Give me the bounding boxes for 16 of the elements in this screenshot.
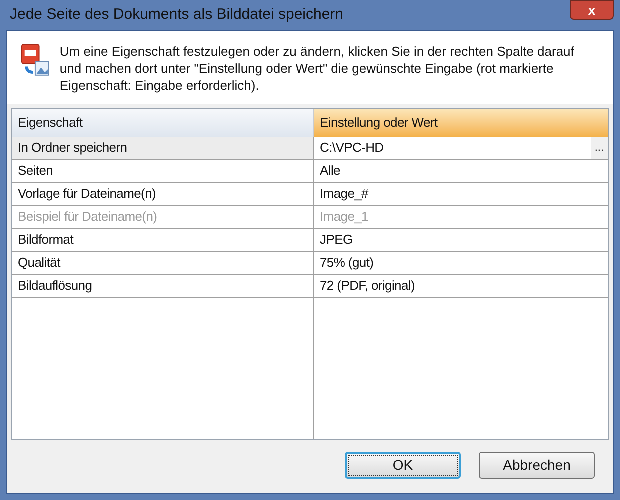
instruction-text: Um eine Eigenschaft festzulegen oder zu ändern, klicken Sie in der rechten Spalte darauf und machen dort unter "Einstellung oder Wert" die gewünschte Eingabe (rot markierte Eigenschaft: Eingabe erforderlich). (60, 43, 576, 94)
value-cell[interactable]: C:\VPC-HD (314, 138, 591, 158)
pdf-to-image-icon (21, 43, 50, 77)
close-button[interactable]: x (570, 0, 614, 20)
value-cell[interactable]: Image_# (314, 184, 608, 204)
browse-button[interactable]: ... (590, 137, 608, 159)
value-cell[interactable]: JPEG (314, 230, 608, 250)
column-header[interactable]: Einstellung oder Wert (314, 109, 608, 137)
value-cell[interactable]: Alle (314, 161, 608, 181)
column-header[interactable]: Eigenschaft (12, 109, 314, 137)
value-cell[interactable]: 72 (PDF, original) (314, 276, 608, 296)
value-cell[interactable]: 75% (gut) (314, 253, 608, 273)
window-title: Jede Seite des Dokuments als Bilddatei speichern (10, 4, 344, 25)
ok-button[interactable]: OK (345, 452, 461, 479)
cancel-button[interactable]: Abbrechen (479, 452, 595, 479)
property-cell[interactable]: In Ordner speichern (12, 137, 313, 160)
